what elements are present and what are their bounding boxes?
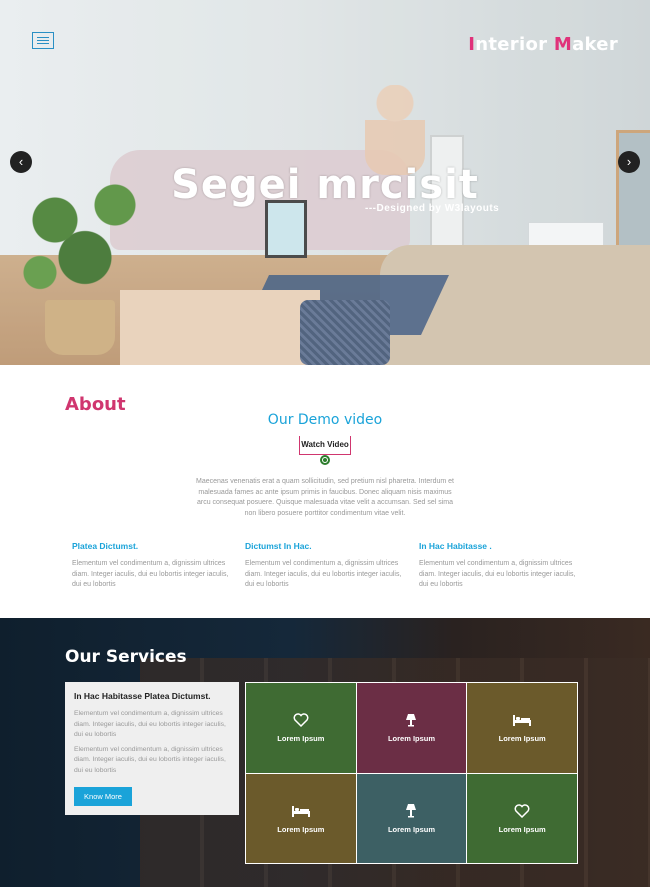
about-columns: Platea Dictumst. Elementum vel condiment… xyxy=(72,541,592,601)
site-logo[interactable]: Interior Maker xyxy=(468,34,618,55)
about-column-text: Elementum vel condimentum a, dignissim u… xyxy=(245,560,402,588)
service-tile-label: Lorem Ipsum xyxy=(498,734,546,744)
services-box-text: Elementum vel condimentum a, dignissim u… xyxy=(74,745,226,774)
menu-bar xyxy=(37,43,49,44)
hero-title: Segei mrcisit xyxy=(171,162,479,208)
service-tile-label: Lorem Ipsum xyxy=(277,734,325,744)
service-tile[interactable]: Lorem Ipsum xyxy=(356,773,467,863)
about-column: Platea Dictumst. Elementum vel condiment… xyxy=(72,541,234,591)
service-tile-label: Lorem Ipsum xyxy=(277,824,325,834)
services-box-title: In Hac Habitasse Platea Dictumst. xyxy=(74,691,211,701)
menu-bar xyxy=(37,40,49,41)
heart-icon xyxy=(292,712,310,728)
about-paragraph: Maecenas venenatis erat a quam sollicitu… xyxy=(196,478,454,517)
service-tile[interactable]: Lorem Ipsum xyxy=(467,683,577,773)
services-grid: Lorem Ipsum Lorem Ipsum Lorem Ipsum Lore… xyxy=(245,682,578,864)
about-column-title: Dictumst In Hac. xyxy=(245,541,312,551)
logo-text: nterior xyxy=(475,34,554,55)
heart-icon xyxy=(513,803,531,819)
lamp-icon xyxy=(402,803,420,819)
bed-icon xyxy=(291,803,310,819)
service-tile-label: Lorem Ipsum xyxy=(387,734,436,744)
demo-video-title: Our Demo video xyxy=(267,412,383,428)
know-more-button[interactable]: Know More xyxy=(74,787,132,806)
about-column-text: Elementum vel condimentum a, dignissim u… xyxy=(72,560,229,588)
watch-video-button[interactable]: Watch Video xyxy=(299,436,351,455)
lamp-icon xyxy=(402,712,420,728)
hero-subtitle: ---Designed by W3layouts xyxy=(365,203,500,214)
about-column-title: In Hac Habitasse . xyxy=(419,541,492,551)
play-icon[interactable] xyxy=(320,455,330,465)
service-tile[interactable]: Lorem Ipsum xyxy=(356,683,467,773)
service-tile-label: Lorem Ipsum xyxy=(387,824,436,834)
bed-icon xyxy=(513,712,532,728)
hero-banner: Interior Maker ‹ › Segei mrcisit ---Desi… xyxy=(0,0,650,365)
menu-bar xyxy=(37,37,49,38)
about-section: About Our Demo video Watch Video Maecena… xyxy=(0,365,650,618)
service-tile-label: Lorem Ipsum xyxy=(498,824,546,834)
logo-accent-letter: M xyxy=(553,34,573,55)
menu-toggle-button[interactable] xyxy=(32,32,54,49)
about-column-title: Platea Dictumst. xyxy=(72,541,139,551)
service-tile[interactable]: Lorem Ipsum xyxy=(246,683,356,773)
about-column: Dictumst In Hac. Elementum vel condiment… xyxy=(245,541,407,591)
about-column-text: Elementum vel condimentum a, dignissim u… xyxy=(419,560,576,588)
about-column: In Hac Habitasse . Elementum vel condime… xyxy=(419,541,581,591)
service-tile[interactable]: Lorem Ipsum xyxy=(246,773,356,863)
services-info-box: In Hac Habitasse Platea Dictumst. Elemen… xyxy=(65,682,239,815)
services-box-text: Elementum vel condimentum a, dignissim u… xyxy=(74,710,226,738)
services-section: Our Services In Hac Habitasse Platea Dic… xyxy=(0,618,650,887)
service-tile[interactable]: Lorem Ipsum xyxy=(467,773,577,863)
services-title: Our Services xyxy=(65,647,187,667)
logo-text: aker xyxy=(572,34,618,55)
